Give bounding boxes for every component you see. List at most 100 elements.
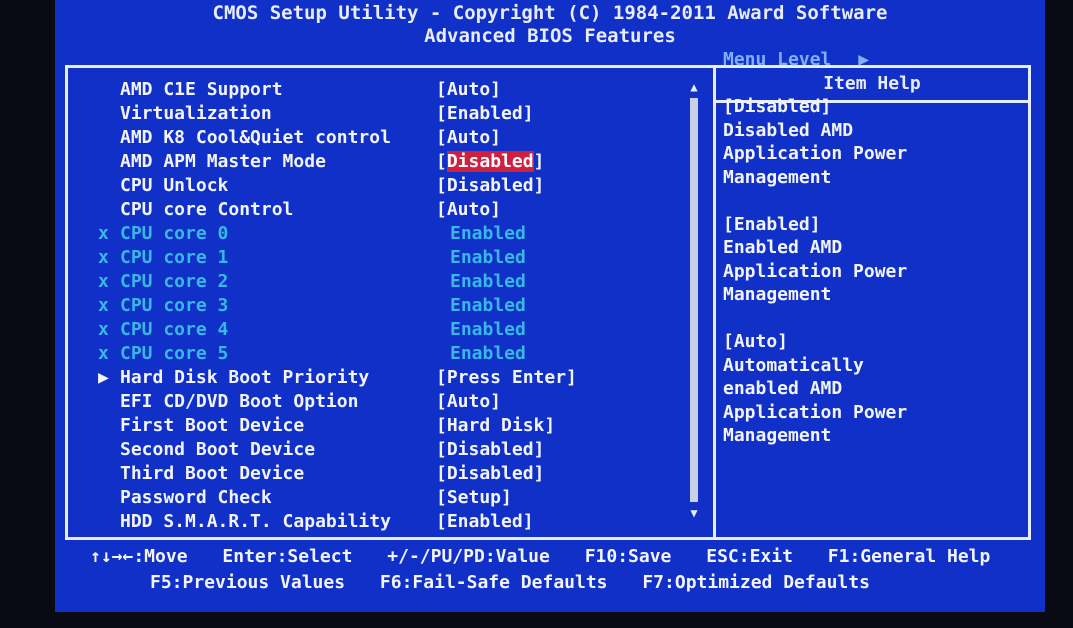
help-line: Application Power	[723, 260, 908, 282]
setting-value[interactable]: [Auto]	[436, 126, 501, 150]
setting-label: Second Boot Device	[120, 439, 316, 460]
menu-level: Menu Level ▶	[723, 48, 1013, 72]
setting-label: CPU Unlock	[120, 175, 229, 196]
setting-value[interactable]: [Setup]	[436, 486, 512, 510]
key-save: F10:Save	[584, 546, 672, 567]
utility-title: CMOS Setup Utility - Copyright (C) 1984-…	[212, 2, 888, 24]
setting-value[interactable]: [Disabled]	[436, 174, 544, 198]
setting-label: Hard Disk Boot Priority	[120, 367, 370, 388]
bios-screen: CMOS Setup Utility - Copyright (C) 1984-…	[55, 0, 1045, 612]
help-option-head: [Disabled]	[723, 96, 832, 117]
help-line: Application Power	[723, 143, 908, 164]
setting-row-virtualization[interactable]: Virtualization [Enabled]	[68, 102, 708, 126]
key-legend-line-1: ↑↓→←:Move Enter:Select +/-/PU/PD:Value F…	[90, 544, 1014, 570]
setting-value: Enabled	[450, 247, 526, 268]
disabled-x-icon: x	[98, 271, 109, 292]
settings-list: AMD C1E Support [Auto] Virtualization [E…	[68, 78, 708, 534]
value-open-bracket: [	[436, 151, 447, 172]
setting-row-cpu-core-3: x CPU core 3 Enabled	[68, 294, 708, 318]
scroll-up-icon[interactable]: ▲	[687, 80, 701, 94]
help-line: Management	[723, 284, 832, 305]
setting-value[interactable]: [Enabled]	[436, 510, 534, 534]
key-general-help: F1:General Help	[827, 546, 991, 567]
scrollbar[interactable]: ▲ ▼	[687, 80, 701, 520]
help-block-auto: [Auto] Automatically enabled AMD Applica…	[723, 330, 1013, 448]
help-option-head: [Auto]	[723, 331, 789, 352]
setting-value[interactable]: [Auto]	[436, 390, 501, 414]
setting-value: Enabled	[450, 271, 526, 292]
setting-row-cool-quiet[interactable]: AMD K8 Cool&Quiet control [Auto]	[68, 126, 708, 150]
setting-value[interactable]: [Enabled]	[436, 102, 534, 126]
help-line: Management	[723, 166, 832, 188]
setting-value: Enabled	[450, 343, 526, 364]
setting-row-efi-cd-dvd-boot[interactable]: EFI CD/DVD Boot Option [Auto]	[68, 390, 708, 414]
menu-level-arrow-icon: ▶	[858, 49, 870, 70]
setting-value[interactable]: [Auto]	[436, 78, 501, 102]
setting-row-cpu-unlock[interactable]: CPU Unlock [Disabled]	[68, 174, 708, 198]
help-option-head: [Enabled]	[723, 213, 821, 235]
submenu-arrow-icon: ▶	[98, 367, 109, 388]
setting-row-third-boot-device[interactable]: Third Boot Device [Disabled]	[68, 462, 708, 486]
scroll-down-icon[interactable]: ▼	[687, 506, 701, 520]
setting-label: CPU core 5	[120, 343, 229, 364]
setting-row-cpu-core-5: x CPU core 5 Enabled	[68, 342, 708, 366]
setting-label: CPU core 0	[120, 223, 229, 244]
setting-label: CPU core Control	[120, 199, 294, 220]
setting-label: Password Check	[120, 487, 272, 508]
key-exit: ESC:Exit	[706, 546, 793, 567]
help-line: Disabled AMD	[723, 119, 854, 141]
setting-label: AMD C1E Support	[120, 79, 283, 100]
setting-row-cpu-core-4: x CPU core 4 Enabled	[68, 318, 708, 342]
setting-row-password-check[interactable]: Password Check [Setup]	[68, 486, 708, 510]
setting-label: AMD APM Master Mode	[120, 151, 326, 172]
key-move: ↑↓→←:Move	[90, 546, 188, 567]
setting-row-apm-master-mode[interactable]: AMD APM Master Mode [Disabled]	[68, 150, 708, 174]
disabled-x-icon: x	[98, 295, 109, 316]
setting-label: CPU core 3	[120, 295, 229, 316]
help-line: Automatically	[723, 354, 864, 376]
setting-value[interactable]: [Press Enter]	[436, 366, 577, 390]
setting-row-amd-c1e-support[interactable]: AMD C1E Support [Auto]	[68, 78, 708, 102]
setting-label: CPU core 4	[120, 319, 229, 340]
setting-label: Third Boot Device	[120, 463, 305, 484]
setting-row-cpu-core-control[interactable]: CPU core Control [Auto]	[68, 198, 708, 222]
setting-label: AMD K8 Cool&Quiet control	[120, 127, 391, 148]
key-previous-values: F5:Previous Values	[150, 572, 346, 593]
value-close-bracket: ]	[533, 151, 545, 172]
help-block-enabled: [Enabled] Enabled AMD Application Power …	[723, 213, 1013, 307]
disabled-x-icon: x	[98, 247, 109, 268]
key-optimized-defaults: F7:Optimized Defaults	[642, 572, 870, 593]
setting-label: CPU core 2	[120, 271, 229, 292]
setting-value-selected[interactable]: [Disabled]	[436, 150, 544, 174]
selected-value-highlight[interactable]: Disabled	[446, 151, 534, 172]
setting-label: Virtualization	[120, 103, 272, 124]
disabled-x-icon: x	[98, 223, 109, 244]
setting-row-cpu-core-0: x CPU core 0 Enabled	[68, 222, 708, 246]
setting-row-first-boot-device[interactable]: First Boot Device [Hard Disk]	[68, 414, 708, 438]
key-failsafe-defaults: F6:Fail-Safe Defaults	[379, 572, 608, 593]
scroll-track[interactable]	[690, 98, 698, 502]
setting-value[interactable]: [Hard Disk]	[436, 414, 555, 438]
setting-label: CPU core 1	[120, 247, 229, 268]
disabled-x-icon: x	[98, 343, 109, 364]
key-legend-line-2: F5:Previous Values F6:Fail-Safe Defaults…	[150, 570, 894, 596]
help-line: Enabled AMD	[723, 237, 843, 258]
setting-row-second-boot-device[interactable]: Second Boot Device [Disabled]	[68, 438, 708, 462]
key-value: +/-/PU/PD:Value	[387, 546, 550, 567]
setting-value: Enabled	[450, 295, 526, 316]
help-line: Management	[723, 425, 832, 446]
setting-value[interactable]: [Disabled]	[436, 462, 544, 486]
header: CMOS Setup Utility - Copyright (C) 1984-…	[55, 2, 1045, 48]
panel-divider	[713, 68, 716, 537]
setting-row-hdd-smart[interactable]: HDD S.M.A.R.T. Capability [Enabled]	[68, 510, 708, 534]
setting-row-cpu-core-2: x CPU core 2 Enabled	[68, 270, 708, 294]
setting-row-hard-disk-boot-priority[interactable]: ▶ Hard Disk Boot Priority [Press Enter]	[68, 366, 708, 390]
item-help-panel: Menu Level ▶ [Disabled] Disabled AMD App…	[723, 48, 1013, 471]
setting-label: HDD S.M.A.R.T. Capability	[120, 511, 391, 532]
disabled-x-icon: x	[98, 319, 109, 340]
setting-value[interactable]: [Auto]	[436, 198, 501, 222]
setting-value: Enabled	[450, 319, 526, 340]
help-block-disabled: [Disabled] Disabled AMD Application Powe…	[723, 95, 1013, 189]
setting-value: Enabled	[450, 223, 526, 244]
setting-value[interactable]: [Disabled]	[436, 438, 544, 462]
